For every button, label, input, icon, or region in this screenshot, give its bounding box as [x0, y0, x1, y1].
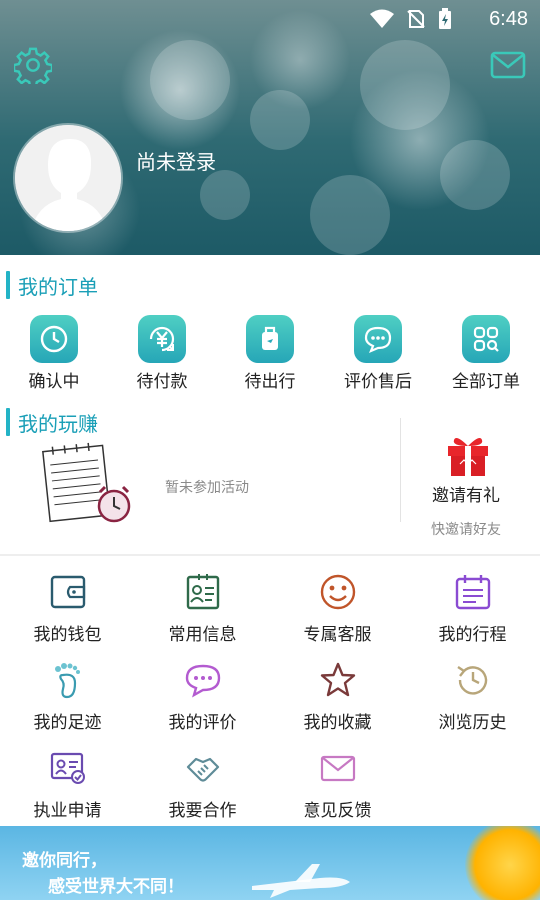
grid-label: 我要合作 — [168, 801, 237, 821]
gear-icon[interactable] — [14, 46, 52, 84]
itinerary-item[interactable]: 我的行程 — [405, 566, 540, 654]
grid-label: 我的收藏 — [303, 713, 372, 733]
section-accent-bar — [6, 271, 10, 299]
earn-title-text: 我的玩赚 — [18, 411, 98, 436]
empty-slot — [405, 742, 540, 830]
order-label: 评价售后 — [344, 372, 412, 392]
services-row: 我的钱包 常用信息 专属客服 我的行程 — [0, 566, 540, 654]
history-item[interactable]: 浏览历史 — [405, 654, 540, 742]
default-avatar-icon — [15, 125, 121, 231]
services-row: 执业申请 我要合作 意见反馈 — [0, 742, 540, 830]
orders-title-text: 我的订单 — [18, 274, 98, 299]
section-divider — [0, 554, 540, 556]
no-sim-icon — [407, 10, 425, 28]
star-icon — [318, 660, 358, 700]
mail-icon[interactable] — [490, 48, 526, 82]
favorites-item[interactable]: 我的收藏 — [270, 654, 405, 742]
order-label: 待付款 — [136, 372, 188, 392]
battery-icon — [439, 8, 451, 29]
invite-title[interactable]: 邀请有礼 — [432, 481, 500, 506]
bokeh-decoration — [200, 170, 250, 220]
grid-label: 我的行程 — [438, 625, 507, 645]
bokeh-decoration — [250, 90, 310, 150]
grid-label: 我的钱包 — [33, 625, 102, 645]
order-pending-travel[interactable]: 待出行 — [216, 312, 324, 392]
bokeh-decoration — [150, 40, 230, 120]
order-pending-payment[interactable]: 待付款 — [108, 312, 216, 392]
common-info-item[interactable]: 常用信息 — [135, 566, 270, 654]
grid-label: 专属客服 — [303, 625, 372, 645]
history-icon — [453, 660, 493, 700]
grid-label: 我的评价 — [168, 713, 237, 733]
practice-application-item[interactable]: 执业申请 — [0, 742, 135, 830]
services-grid: 我的钱包 常用信息 专属客服 我的行程 我的足迹 我的评价 我的收藏 浏览历史 … — [0, 566, 540, 830]
earn-section-title: 我的玩赚 — [6, 408, 98, 436]
feedback-item[interactable]: 意见反馈 — [270, 742, 405, 830]
login-prompt[interactable]: 尚未登录 — [136, 146, 216, 175]
status-time: 6:48 — [489, 8, 528, 30]
no-activity-text: 暂未参加活动 — [165, 480, 249, 496]
clock-icon — [30, 315, 78, 363]
grid-search-icon — [462, 315, 510, 363]
chat-icon — [354, 315, 402, 363]
luggage-icon — [246, 315, 294, 363]
order-confirming[interactable]: 确认中 — [0, 312, 108, 392]
footprint-item[interactable]: 我的足迹 — [0, 654, 135, 742]
services-row: 我的足迹 我的评价 我的收藏 浏览历史 — [0, 654, 540, 742]
status-bar: 6:48 — [0, 0, 540, 38]
calendar-icon — [453, 572, 493, 612]
customer-service-item[interactable]: 专属客服 — [270, 566, 405, 654]
cooperation-item[interactable]: 我要合作 — [135, 742, 270, 830]
id-card-icon — [183, 572, 223, 612]
gift-icon[interactable] — [444, 430, 492, 478]
bokeh-decoration — [310, 175, 390, 255]
order-label: 待出行 — [244, 372, 296, 392]
banner-line2: 感受世界大不同！ — [48, 877, 184, 897]
orders-row: 确认中 待付款 待出行 评价售后 全部订单 — [0, 312, 540, 392]
airplane-icon — [252, 864, 350, 898]
bokeh-decoration — [360, 40, 450, 130]
wallet-item[interactable]: 我的钱包 — [0, 566, 135, 654]
order-label: 确认中 — [28, 372, 80, 392]
profile-header: 6:48 尚未登录 — [0, 0, 540, 255]
order-review-aftersale[interactable]: 评价售后 — [324, 312, 432, 392]
invite-subtitle: 快邀请好友 — [431, 522, 501, 538]
comment-icon — [183, 660, 223, 700]
my-reviews-item[interactable]: 我的评价 — [135, 654, 270, 742]
status-icons — [370, 8, 452, 30]
order-label: 全部订单 — [452, 372, 520, 392]
sun-decoration — [465, 826, 540, 900]
vertical-divider — [400, 418, 401, 522]
grid-label: 意见反馈 — [303, 801, 372, 821]
smile-icon — [318, 572, 358, 612]
grid-label: 浏览历史 — [438, 713, 507, 733]
avatar[interactable] — [15, 125, 121, 231]
notepad-clock-icon — [42, 442, 131, 523]
footprint-icon — [48, 660, 88, 700]
orders-section-title: 我的订单 — [6, 271, 98, 299]
bokeh-decoration — [440, 140, 510, 210]
promo-banner[interactable]: 邀你同行， 感受世界大不同！ — [0, 826, 540, 900]
section-accent-bar — [6, 408, 10, 436]
certificate-icon — [48, 748, 88, 788]
yuan-icon — [138, 315, 186, 363]
grid-label: 常用信息 — [168, 625, 237, 645]
order-all[interactable]: 全部订单 — [432, 312, 540, 392]
grid-label: 我的足迹 — [33, 713, 102, 733]
handshake-icon — [183, 748, 223, 788]
wifi-icon — [370, 9, 394, 28]
grid-label: 执业申请 — [33, 801, 102, 821]
banner-line1: 邀你同行， — [22, 851, 107, 871]
envelope-icon — [318, 748, 358, 788]
wallet-icon — [48, 572, 88, 612]
